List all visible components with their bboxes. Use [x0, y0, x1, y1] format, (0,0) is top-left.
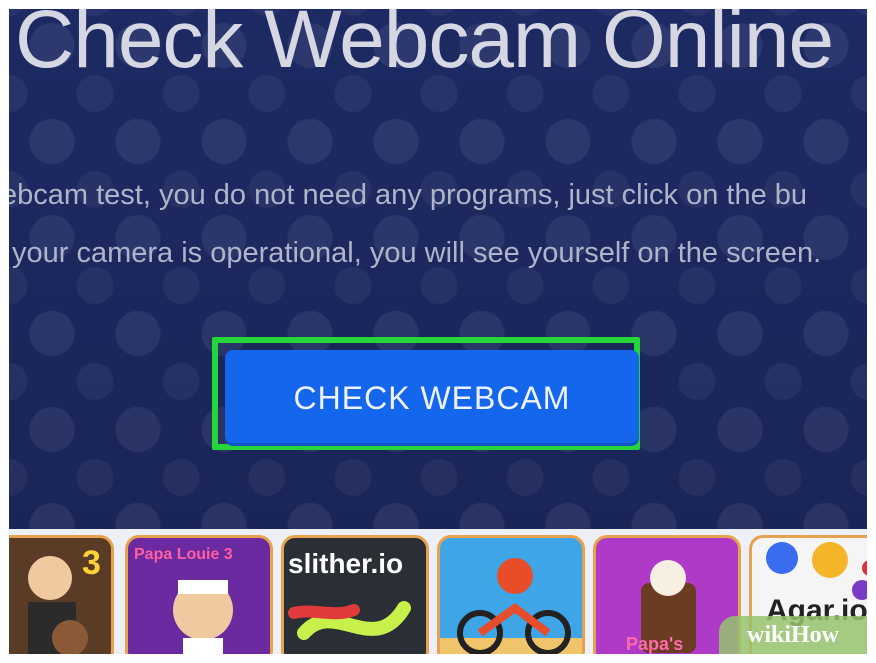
description-line-2: your camera is operational, you will see… — [12, 237, 822, 269]
game-title-1: 3 — [82, 544, 101, 582]
game-tile-4[interactable] — [437, 535, 585, 654]
game-tile-2[interactable]: Papa Louie 3 — [125, 535, 273, 654]
page-title: Check Webcam Online — [15, 9, 834, 85]
wikihow-watermark: wikiHow — [719, 616, 867, 654]
description-line-1: ebcam test, you do not need any programs… — [9, 179, 808, 211]
check-webcam-button[interactable]: CHECK WEBCAM — [225, 350, 639, 446]
page-screenshot: Check Webcam Online ebcam test, you do n… — [9, 9, 867, 654]
game-title-5: Papa's — [626, 634, 684, 654]
game-art-4 — [440, 558, 582, 654]
game-tile-1[interactable]: 3 — [9, 535, 114, 654]
game-tile-3[interactable]: slither.io — [281, 535, 429, 654]
game-title-2: Papa Louie 3 — [134, 546, 233, 563]
hero-section: Check Webcam Online ebcam test, you do n… — [9, 9, 867, 529]
game-title-3: slither.io — [288, 548, 404, 579]
